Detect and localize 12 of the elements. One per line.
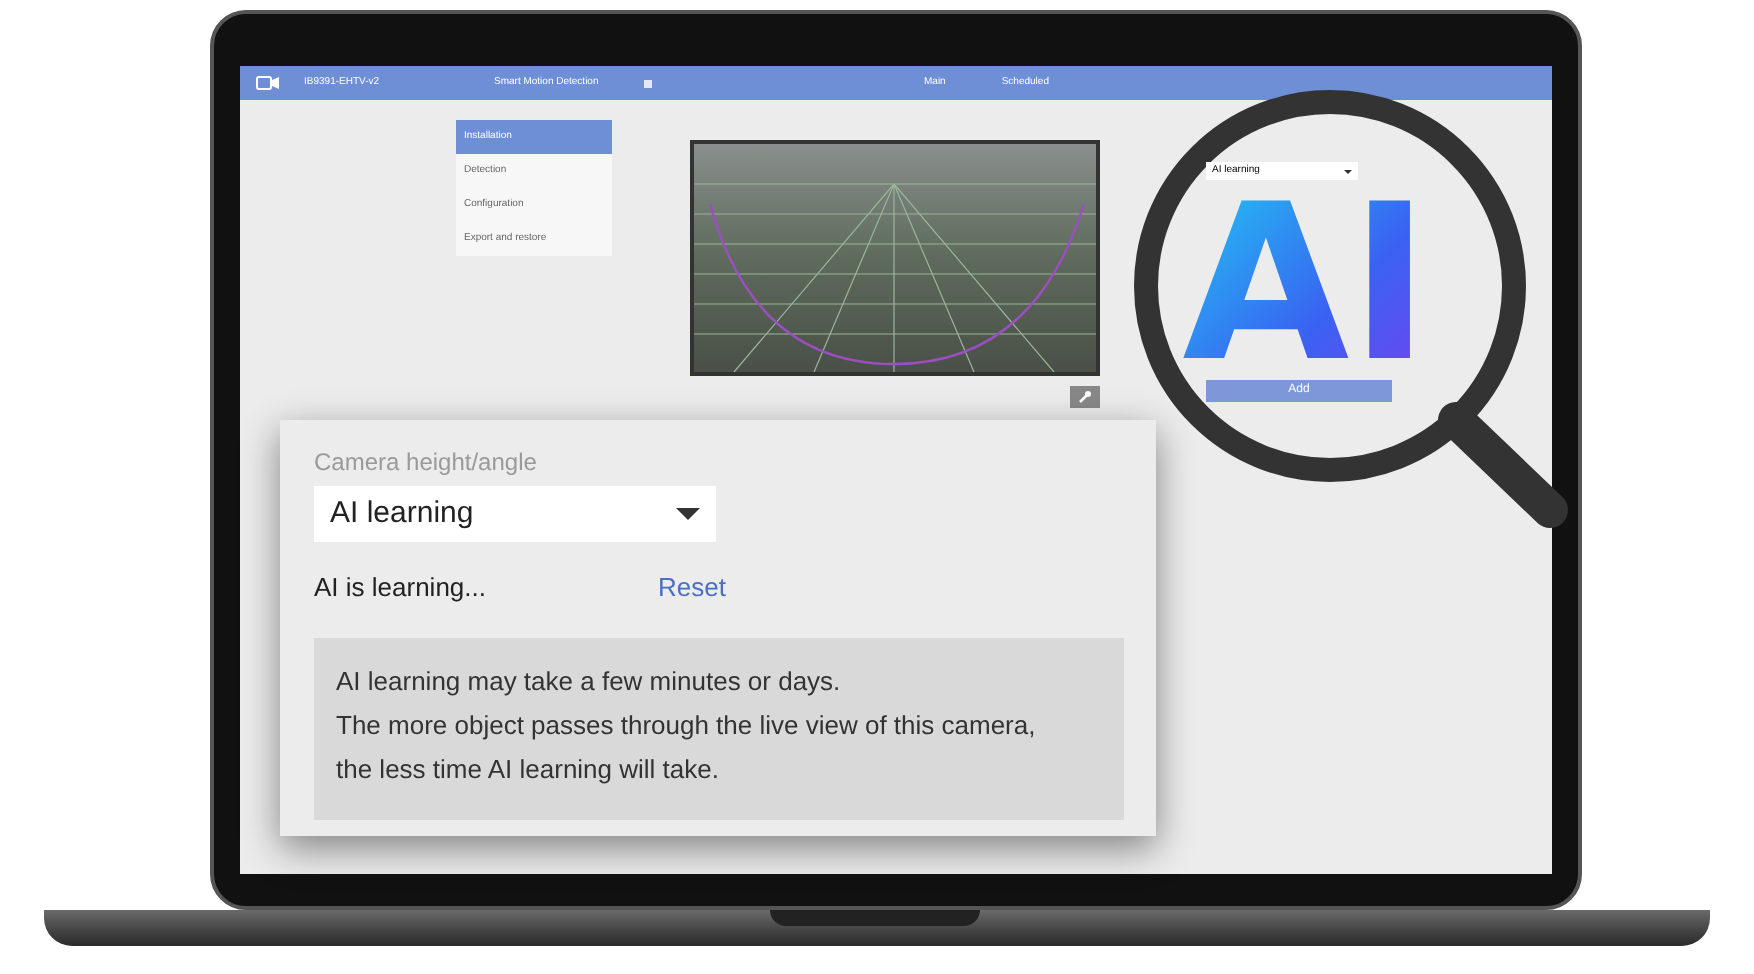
status-text: AI is learning... xyxy=(314,570,488,607)
grid-icon[interactable] xyxy=(644,79,652,87)
field-label: Camera height/angle xyxy=(314,446,539,480)
dropdown[interactable]: AI learning xyxy=(314,486,716,542)
ai-logo: AI xyxy=(1136,186,1476,378)
caret-icon xyxy=(676,508,700,520)
wrench-icon xyxy=(1078,390,1092,404)
camera-logo-icon xyxy=(256,76,280,90)
caret-icon xyxy=(1344,169,1352,173)
edit-button[interactable] xyxy=(1070,386,1100,408)
reset-link[interactable]: Reset xyxy=(658,568,726,608)
info-message: AI learning may take a few minutes or days. The more object passes through the live view of this camera, the less time AI learning will take. xyxy=(314,638,1124,820)
